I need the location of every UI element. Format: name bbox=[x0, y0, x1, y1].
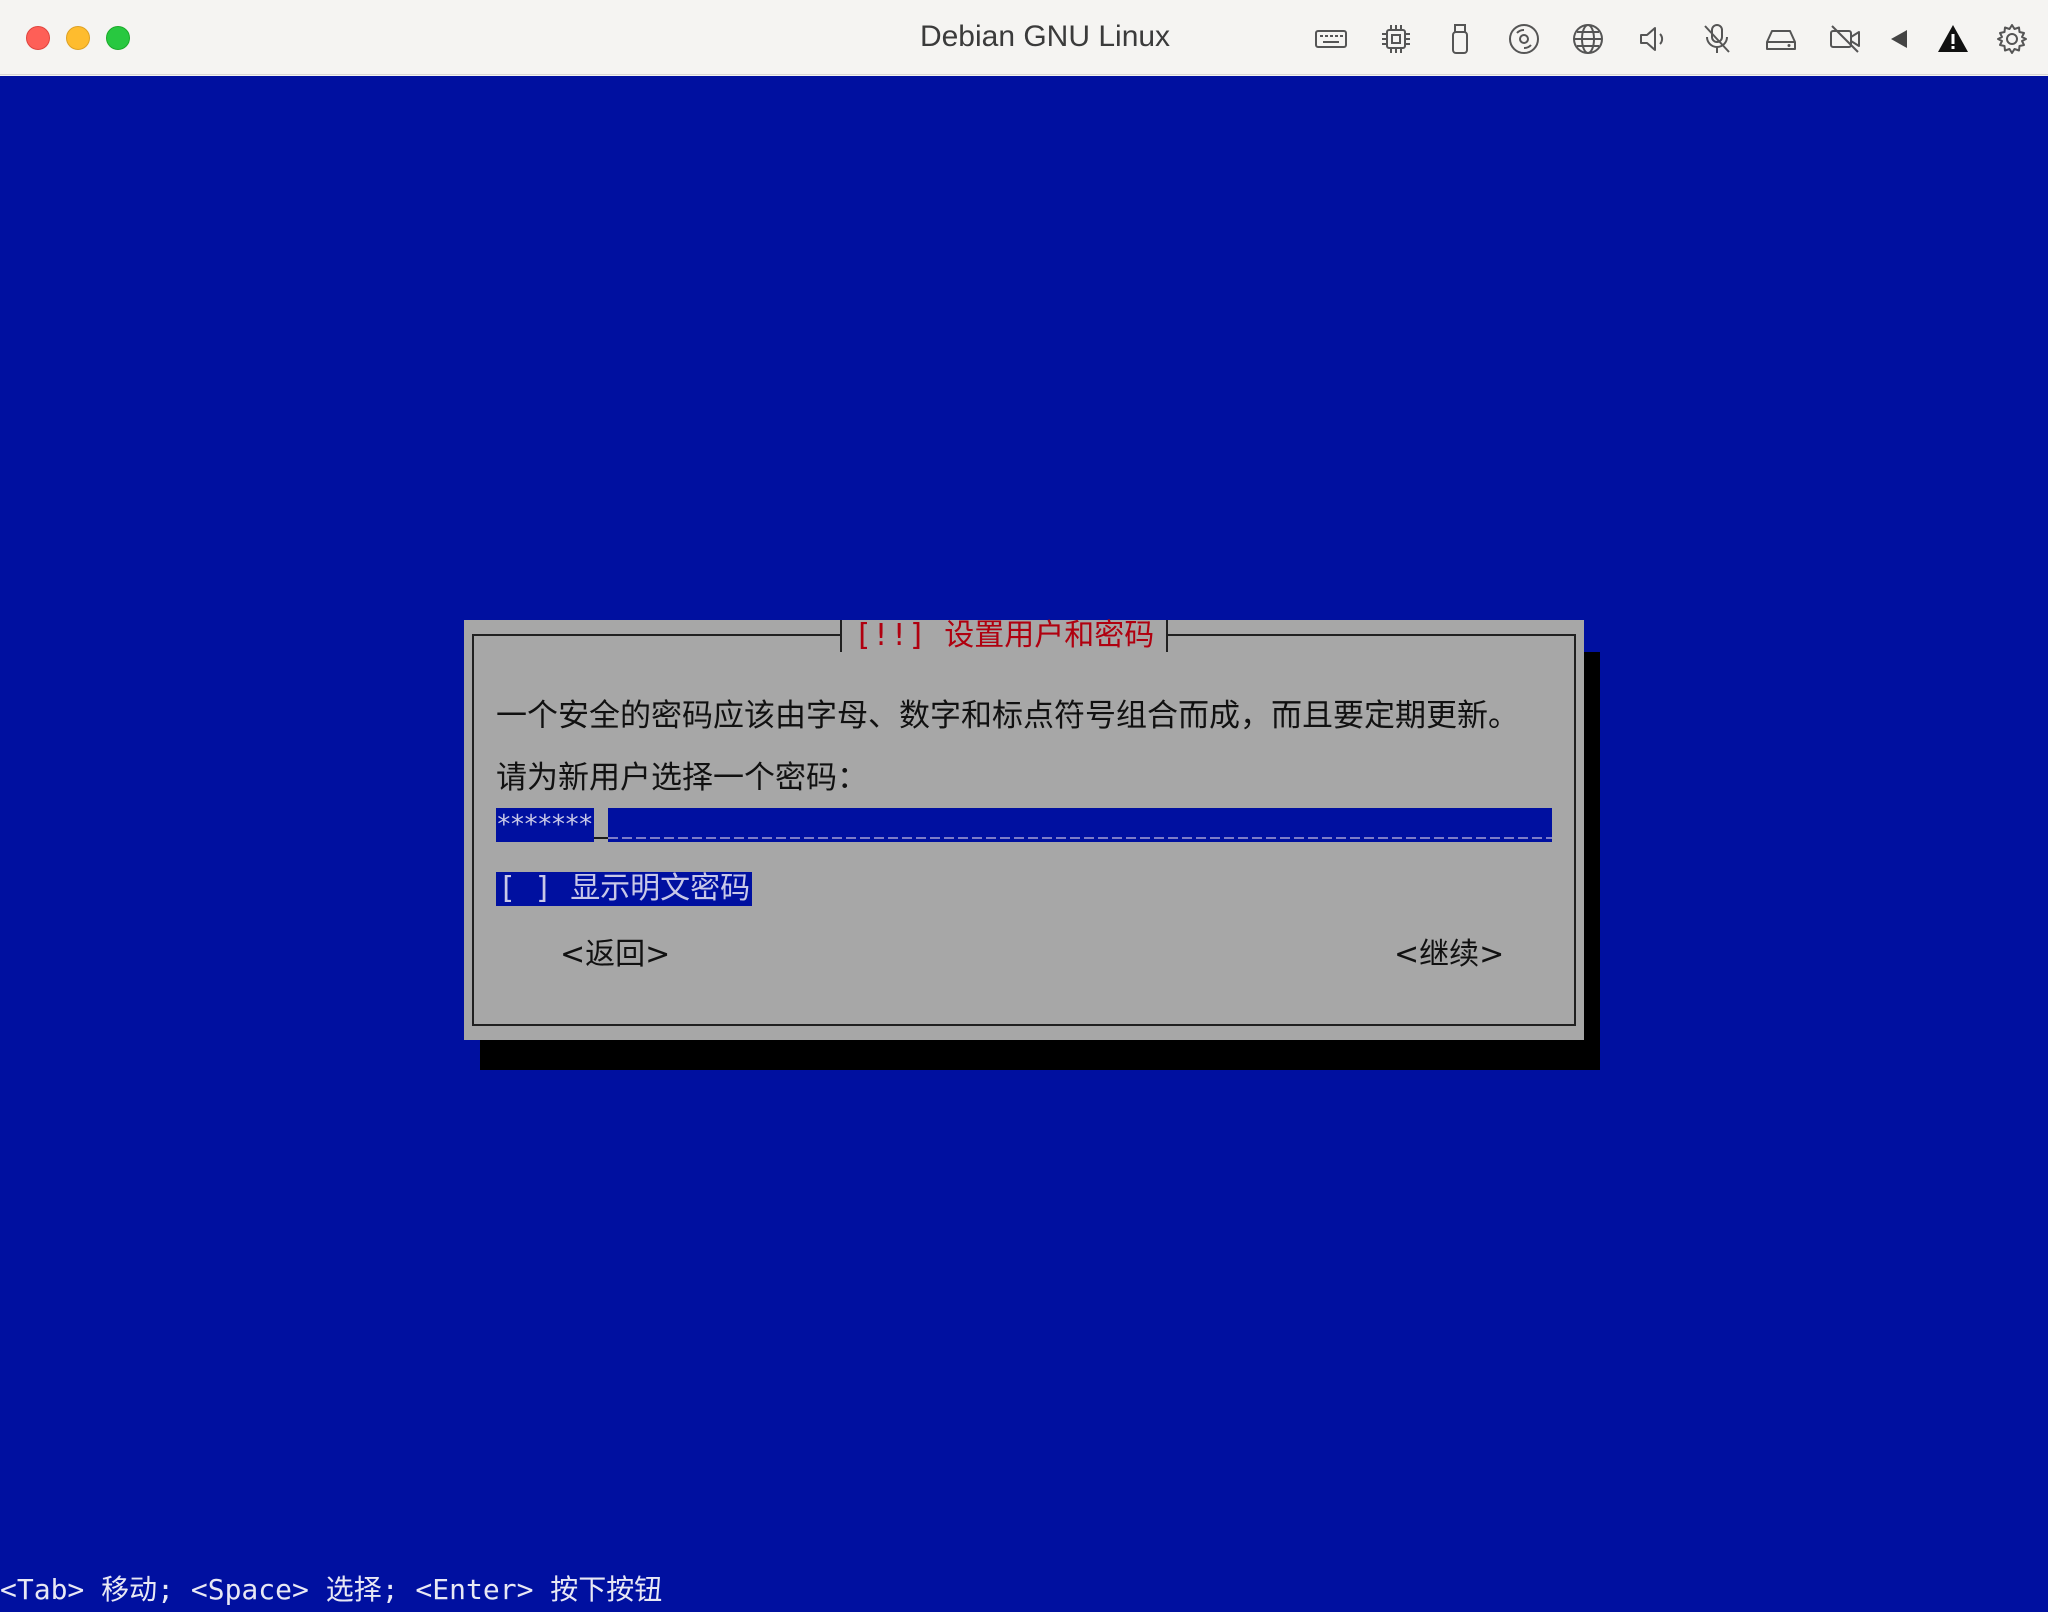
title-bar: Debian GNU Linux bbox=[0, 0, 2048, 75]
close-window-button[interactable] bbox=[26, 26, 50, 50]
disc-icon[interactable] bbox=[1506, 21, 1542, 57]
show-password-checkbox[interactable]: [ ] 显示明文密码 bbox=[496, 871, 753, 906]
keyboard-icon[interactable] bbox=[1313, 21, 1349, 57]
back-icon[interactable] bbox=[1881, 21, 1917, 57]
continue-button[interactable]: <继续> bbox=[1394, 936, 1504, 974]
warning-icon[interactable] bbox=[1935, 21, 1971, 57]
network-icon[interactable] bbox=[1570, 21, 1606, 57]
dialog-title: [!!] 设置用户和密码 bbox=[840, 620, 1169, 652]
password-mask: ******* bbox=[496, 810, 594, 840]
user-password-dialog: [!!] 设置用户和密码 一个安全的密码应该由字母、数字和标点符号组合而成，而且… bbox=[464, 620, 1584, 1040]
password-input[interactable]: ******* bbox=[496, 808, 1552, 842]
window-title: Debian GNU Linux bbox=[919, 20, 1171, 53]
gear-icon[interactable] bbox=[1994, 21, 2030, 57]
vm-window: Debian GNU Linux [!!] 设置用户和密码 一个安全的密码应该由… bbox=[0, 0, 2048, 1612]
show-password-label: 显示明文密码 bbox=[570, 871, 751, 906]
text-cursor bbox=[594, 808, 608, 842]
dialog-message: 一个安全的密码应该由字母、数字和标点符号组合而成，而且要定期更新。 bbox=[496, 698, 1519, 734]
speaker-icon[interactable] bbox=[1635, 21, 1671, 57]
minimize-window-button[interactable] bbox=[66, 26, 90, 50]
vm-screen[interactable]: [!!] 设置用户和密码 一个安全的密码应该由字母、数字和标点符号组合而成，而且… bbox=[0, 76, 2048, 1612]
camera-off-icon[interactable] bbox=[1827, 21, 1863, 57]
cpu-icon[interactable] bbox=[1378, 21, 1414, 57]
usb-icon[interactable] bbox=[1442, 21, 1478, 57]
input-underline bbox=[608, 837, 1552, 839]
password-prompt: 请为新用户选择一个密码： bbox=[496, 760, 868, 796]
drive-icon[interactable] bbox=[1763, 21, 1799, 57]
checkbox-box: [ ] bbox=[498, 871, 553, 906]
microphone-muted-icon[interactable] bbox=[1699, 21, 1735, 57]
keyboard-hint: <Tab> 移动; <Space> 选择; <Enter> 按下按钮 bbox=[0, 1573, 663, 1606]
back-button[interactable]: <返回> bbox=[560, 936, 670, 974]
maximize-window-button[interactable] bbox=[106, 26, 130, 50]
